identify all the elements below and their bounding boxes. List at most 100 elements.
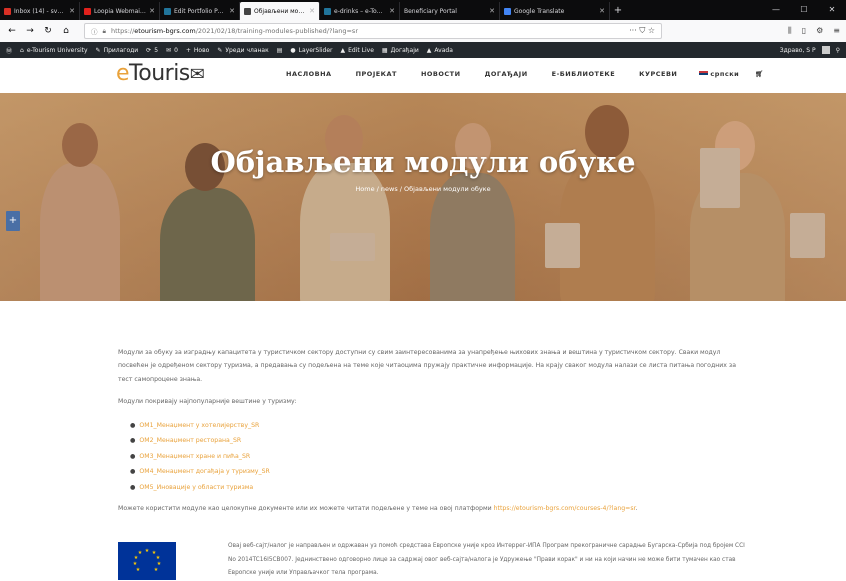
main-menu: НАСЛОВНА ПРОЈЕКАТ НОВОСТИ ДОГАЂАЈИ Е-БИБ… [286,70,764,78]
page-title: Објављени модули обуке [210,145,636,179]
dot-icon: ● [290,46,296,54]
avada-icon: ▲ [340,46,346,54]
wp-edit-live[interactable]: ▲ Edit Live [341,47,374,54]
closing-paragraph: Можете користити модуле као целокупне до… [118,504,638,512]
site-logo[interactable]: eTouris✉ [116,61,205,86]
url-text: https://etourism-bgrs.com/2021/02/18/tra… [110,27,358,35]
mail-logo-icon: ✉ [189,64,205,85]
browser-nav-bar: ← → ↻ ⌂ ⓘ 🔒︎ https://etourism-bgrs.com/2… [0,20,846,42]
eu-disclaimer: Овај веб-сајт/налог је направљен и одржа… [228,543,745,576]
svg-text:★: ★ [136,567,141,573]
intro-paragraph: Модули за обуку за изградњу капацитета у… [118,349,737,383]
site-favicon-icon [324,7,331,15]
browser-tab[interactable]: Beneficiary Portal ✕ [400,2,500,20]
language-switcher[interactable]: српски [699,70,739,78]
site-header: eTouris✉ НАСЛОВНА ПРОЈЕКАТ НОВОСТИ ДОГАЂ… [0,58,846,93]
browser-tab-active[interactable]: Објављени модули обуке✕ [240,2,320,20]
wp-layerslider[interactable]: ● LayerSlider [290,47,332,54]
svg-text:★: ★ [154,567,159,573]
wp-new[interactable]: + Ново [186,47,209,54]
wp-comments[interactable]: ✉ 0 [166,47,178,54]
loopia-icon [84,7,91,15]
eu-flag-logo: ★ ★ ★ ★ ★ ★ ★ ★ ★ [118,542,176,580]
url-bar[interactable]: ⓘ 🔒︎ https://etourism-bgrs.com/2021/02/1… [84,23,663,39]
menu-item-libraries[interactable]: Е-БИБЛИОТЕКЕ [552,70,615,78]
browser-tab[interactable]: Edit Portfolio Post ‹ e-Touris...✕ [160,2,240,20]
svg-text:★: ★ [145,548,150,554]
hero-banner: Објављени модули обуке Home / news / Обј… [0,93,846,301]
updates-icon: ⟳ [146,46,152,54]
close-tab-icon[interactable]: ✕ [229,7,235,15]
wp-site-name[interactable]: ⌂ e-Tourism University [20,47,88,54]
avatar[interactable] [821,46,830,54]
wp-updates[interactable]: ⟳ 5 [146,47,158,54]
extension-icon[interactable]: ⚙ [816,26,823,36]
brush-icon: ✎ [95,46,101,54]
menu-icon[interactable]: ≡ [833,26,840,36]
browser-tab[interactable]: Inbox (14) - sveta.pantic@p...✕ [0,2,80,20]
comment-icon: ✉ [166,46,172,54]
list-item[interactable]: ● OM4_Менаџмент догађаја у туризму_SR [130,464,738,480]
gmail-icon [4,7,11,15]
search-icon[interactable]: ⚲ [836,47,840,54]
lock-icon: 🔒︎ [102,26,106,35]
wp-fusion[interactable]: ▤ [277,47,283,54]
url-actions[interactable]: ··· ⛉ ☆ [629,26,655,36]
maximize-icon[interactable]: ☐ [790,0,818,20]
menu-item-home[interactable]: НАСЛОВНА [286,70,332,78]
plus-icon: + [185,46,191,54]
list-item[interactable]: ● OM2_Менаџмент ресторана_SR [130,433,738,449]
cart-icon[interactable]: 🛒︎ [755,70,764,78]
reload-icon[interactable]: ↻ [42,26,54,36]
wordpress-icon[interactable]: Ⓦ [6,46,12,55]
menu-item-news[interactable]: НОВОСТИ [421,70,461,78]
wp-admin-bar: Ⓦ ⌂ e-Tourism University ✎ Прилагоди ⟳ 5 ✉ 0… [0,42,846,58]
new-tab-button[interactable]: + [610,2,626,20]
browser-tab-bar: Inbox (14) - sveta.pantic@p...✕ Loopia W… [0,0,846,20]
window-close-icon[interactable]: ✕ [818,0,846,20]
calendar-icon: ▦ [381,46,388,54]
sliding-bar-toggle[interactable]: + [6,211,20,231]
browser-tab[interactable]: Loopia Webmail :: Inbox✕ [80,2,160,20]
library-icon[interactable]: ⫼ [788,26,792,36]
minimize-icon[interactable]: — [762,0,790,20]
sidebar-icon[interactable]: ▯ [802,26,806,36]
browser-tab[interactable]: Google Translate ✕ [500,2,610,20]
article-content: Модули за обуку за изградњу капацитета у… [118,346,738,524]
close-tab-icon[interactable]: ✕ [489,7,495,15]
close-tab-icon[interactable]: ✕ [389,7,395,15]
back-icon[interactable]: ← [6,26,18,36]
browser-tab[interactable]: e-drinks – e-Tourism Univers...✕ [320,2,400,20]
serbian-flag-icon [699,71,709,77]
menu-item-project[interactable]: ПРОЈЕКАТ [356,70,397,78]
info-icon[interactable]: ⓘ [91,26,98,36]
site-favicon-icon [244,7,251,15]
close-tab-icon[interactable]: ✕ [599,7,605,15]
menu-item-courses[interactable]: КУРСЕВИ [639,70,677,78]
wp-events[interactable]: ▦ Догађаји [382,47,419,54]
wp-edit-post[interactable]: ✎ Уреди чланак [217,47,268,54]
close-tab-icon[interactable]: ✕ [149,7,155,15]
list-item[interactable]: ● OM1_Менаџмент у хотелијерству_SR [130,418,738,434]
pencil-icon: ✎ [217,46,223,54]
skills-intro: Модули покривају најпопуларније вештине … [118,398,297,406]
dashboard-icon: ⌂ [20,46,24,54]
wp-avada[interactable]: ▲ Avada [427,47,453,54]
courses-link[interactable]: https://etourism-bgrs.com/courses-4/?lan… [494,505,636,512]
svg-text:★: ★ [138,550,143,556]
menu-item-events[interactable]: ДОГАЂАЈИ [485,70,528,78]
module-list: ● OM1_Менаџмент у хотелијерству_SR ● OM2_М… [130,418,738,496]
avada-icon: ▲ [426,46,432,54]
forward-icon[interactable]: → [24,26,36,36]
close-tab-icon[interactable]: ✕ [309,7,315,15]
site-favicon-icon [164,7,171,15]
layers-icon: ▤ [276,46,283,54]
list-item[interactable]: ● OM3_Менаџмент хране и пића_SR [130,449,738,465]
wp-customize[interactable]: ✎ Прилагоди [96,47,139,54]
close-tab-icon[interactable]: ✕ [69,7,75,15]
list-item[interactable]: ● OM5_Иновације у области туризма [130,480,738,496]
google-translate-icon [504,7,511,15]
breadcrumb[interactable]: Home / news / Објављени модули обуке [0,185,846,193]
home-icon[interactable]: ⌂ [60,26,72,36]
wp-greeting[interactable]: Здраво, S P [780,47,816,54]
